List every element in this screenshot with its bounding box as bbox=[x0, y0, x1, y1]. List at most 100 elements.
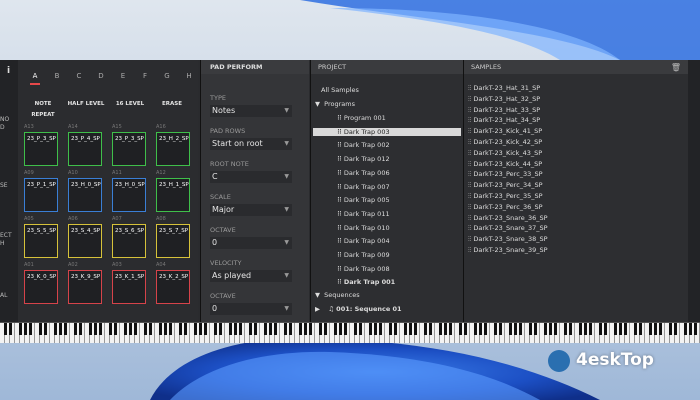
program-grid-icon: ⠿ bbox=[337, 251, 344, 259]
pad-rows-select[interactable]: Start on root ▼ bbox=[210, 138, 292, 150]
chevron-down-icon: ▼ bbox=[284, 140, 289, 147]
sample-item[interactable]: ⫶⫶ DarkT-23_Perc_36_SP bbox=[468, 203, 543, 212]
sample-item[interactable]: ⫶⫶ DarkT-23_Snare_36_SP bbox=[468, 214, 548, 223]
sample-label: DarkT-23_Kick_44_SP bbox=[473, 159, 543, 168]
sample-item[interactable]: ⫶⫶ DarkT-23_Perc_35_SP bbox=[468, 192, 543, 201]
program-grid-icon: ⠿ bbox=[337, 264, 344, 273]
program-item[interactable]: ⠿ Dark Trap 009 bbox=[337, 251, 390, 259]
bank-tab-a[interactable]: A bbox=[28, 72, 42, 85]
program-item[interactable]: ⠿ Dark Trap 001 bbox=[337, 278, 395, 286]
trash-icon[interactable]: 🗑 bbox=[671, 63, 681, 72]
velocity-select[interactable]: As played ▼ bbox=[210, 270, 292, 282]
bank-tab-b[interactable]: B bbox=[50, 72, 64, 80]
sample-item[interactable]: ⫶⫶ DarkT-23_Hat_34_SP bbox=[468, 116, 540, 125]
pad-number: A13 bbox=[24, 124, 34, 130]
sample-item[interactable]: ⫶⫶ DarkT-23_Kick_43_SP bbox=[468, 149, 542, 158]
sequences-folder[interactable]: ▼ Sequences bbox=[315, 291, 360, 299]
info-button[interactable]: i bbox=[3, 66, 14, 77]
octave-select[interactable]: 0 ▼ bbox=[210, 237, 292, 249]
sequence-item[interactable]: ▶ ♫ 001: Sequence 01 bbox=[315, 305, 402, 313]
program-item[interactable]: ⠿ Dark Trap 005 bbox=[337, 196, 390, 204]
sample-item[interactable]: ⫶⫶ DarkT-23_Snare_37_SP bbox=[468, 224, 548, 233]
drum-pad[interactable]: 23_K_9_SP bbox=[68, 270, 102, 304]
drum-pad[interactable]: 23_K_2_SP bbox=[156, 270, 190, 304]
sample-item[interactable]: ⫶⫶ DarkT-23_Hat_32_SP bbox=[468, 95, 540, 104]
piano-keyboard[interactable] bbox=[0, 322, 700, 343]
scale-select[interactable]: Major ▼ bbox=[210, 204, 292, 216]
sequence-label: 001: Sequence 01 bbox=[336, 305, 402, 313]
sample-label: DarkT-23_Perc_34_SP bbox=[473, 181, 543, 190]
drum-pad[interactable]: 23_P_3_SP bbox=[112, 132, 146, 166]
program-item[interactable]: ⠿ Dark Trap 007 bbox=[337, 183, 390, 191]
program-item[interactable]: ⠿ Dark Trap 006 bbox=[337, 169, 390, 177]
drum-pad[interactable]: 23_H_1_SP bbox=[156, 178, 190, 212]
type-label: TYPE bbox=[210, 94, 226, 102]
program-grid-icon: ⠿ bbox=[337, 196, 344, 205]
pad-number: A09 bbox=[24, 170, 34, 176]
bank-tab-c[interactable]: C bbox=[72, 72, 86, 80]
octave-select-2[interactable]: 0 ▼ bbox=[210, 303, 292, 315]
bank-tab-h[interactable]: H bbox=[182, 72, 196, 80]
sample-item[interactable]: ⫶⫶ DarkT-23_Hat_31_SP bbox=[468, 84, 540, 93]
drum-pad[interactable]: 23_K_1_SP bbox=[112, 270, 146, 304]
drum-pad[interactable]: 23_P_1_SP bbox=[24, 178, 58, 212]
program-item[interactable]: ⠿ Dark Trap 003 bbox=[313, 127, 461, 136]
white-key[interactable] bbox=[695, 323, 700, 343]
all-samples-item[interactable]: All Samples bbox=[321, 86, 359, 94]
drum-pad[interactable]: 23_H_2_SP bbox=[156, 132, 190, 166]
programs-folder[interactable]: ▼ Programs bbox=[315, 100, 355, 108]
program-item[interactable]: ⠿ Dark Trap 008 bbox=[337, 265, 390, 273]
sample-label: DarkT-23_Perc_33_SP bbox=[473, 170, 543, 179]
pad-sample-name: 23_S_5_SP bbox=[27, 228, 57, 234]
root-note-select[interactable]: C ▼ bbox=[210, 171, 292, 183]
pad-sample-name: 23_H_0_SP bbox=[71, 182, 101, 188]
sample-label: DarkT-23_Perc_35_SP bbox=[473, 192, 543, 200]
bank-tab-e[interactable]: E bbox=[116, 72, 130, 80]
drum-pad[interactable]: 23_H_0_SP bbox=[68, 178, 102, 212]
sample-item[interactable]: ⫶⫶ DarkT-23_Perc_33_SP bbox=[468, 170, 543, 179]
type-select[interactable]: Notes ▼ bbox=[210, 105, 292, 117]
half-level-button[interactable]: HALF LEVEL bbox=[66, 99, 106, 110]
sample-item[interactable]: ⫶⫶ DarkT-23_Kick_42_SP bbox=[468, 138, 542, 147]
sample-label: DarkT-23_Kick_41_SP bbox=[473, 127, 543, 136]
bank-tab-f[interactable]: F bbox=[138, 72, 152, 80]
collapse-triangle-icon: ▶ bbox=[315, 305, 320, 313]
program-item[interactable]: ⠿ Dark Trap 002 bbox=[337, 141, 390, 149]
left-strip-label: NO bbox=[0, 116, 10, 123]
program-grid-icon: ⠿ bbox=[337, 209, 344, 218]
sample-item[interactable]: ⫶⫶ DarkT-23_Kick_41_SP bbox=[468, 127, 542, 136]
drum-pad[interactable]: 23_K_0_SP bbox=[24, 270, 58, 304]
bank-tab-d[interactable]: D bbox=[94, 72, 108, 80]
sample-item[interactable]: ⫶⫶ DarkT-23_Snare_38_SP bbox=[468, 235, 548, 244]
program-item[interactable]: ⠿ Program 001 bbox=[337, 114, 386, 122]
velocity-label: VELOCITY bbox=[210, 259, 242, 267]
drum-pad[interactable]: 23_S_6_SP bbox=[112, 224, 146, 258]
sample-item[interactable]: ⫶⫶ DarkT-23_Hat_33_SP bbox=[468, 106, 540, 115]
scale-label: SCALE bbox=[210, 193, 231, 201]
drum-pad[interactable]: 23_P_4_SP bbox=[68, 132, 102, 166]
program-item[interactable]: ⠿ Dark Trap 004 bbox=[337, 237, 390, 245]
drum-pad[interactable]: 23_S_4_SP bbox=[68, 224, 102, 258]
drum-pad[interactable]: 23_S_7_SP bbox=[156, 224, 190, 258]
pad-number: A16 bbox=[156, 124, 166, 130]
type-value: Notes bbox=[212, 106, 236, 115]
sample-label: DarkT-23_Snare_38_SP bbox=[473, 235, 548, 244]
pad-sample-name: 23_P_3_SP bbox=[115, 136, 144, 142]
program-label: Dark Trap 009 bbox=[343, 251, 390, 259]
sample-item[interactable]: ⫶⫶ DarkT-23_Kick_44_SP bbox=[468, 160, 542, 169]
program-item[interactable]: ⠿ Dark Trap 012 bbox=[337, 155, 390, 163]
bank-tab-g[interactable]: G bbox=[160, 72, 174, 80]
erase-button[interactable]: ERASE bbox=[154, 99, 190, 110]
expand-triangle-icon: ▼ bbox=[315, 100, 320, 108]
sample-item[interactable]: ⫶⫶ DarkT-23_Perc_34_SP bbox=[468, 181, 543, 190]
note-repeat-button[interactable]: NOTE REPEAT bbox=[22, 99, 64, 118]
program-item[interactable]: ⠿ Dark Trap 011 bbox=[337, 210, 390, 218]
sample-label: DarkT-23_Hat_32_SP bbox=[473, 94, 541, 103]
sample-item[interactable]: ⫶⫶ DarkT-23_Snare_39_SP bbox=[468, 246, 548, 255]
pad-rows-label: PAD ROWS bbox=[210, 127, 246, 135]
drum-pad[interactable]: 23_H_0_SP bbox=[112, 178, 146, 212]
program-item[interactable]: ⠿ Dark Trap 010 bbox=[337, 224, 390, 232]
drum-pad[interactable]: 23_P_3_SP bbox=[24, 132, 58, 166]
sixteen-level-button[interactable]: 16 LEVEL bbox=[110, 99, 150, 110]
drum-pad[interactable]: 23_S_5_SP bbox=[24, 224, 58, 258]
